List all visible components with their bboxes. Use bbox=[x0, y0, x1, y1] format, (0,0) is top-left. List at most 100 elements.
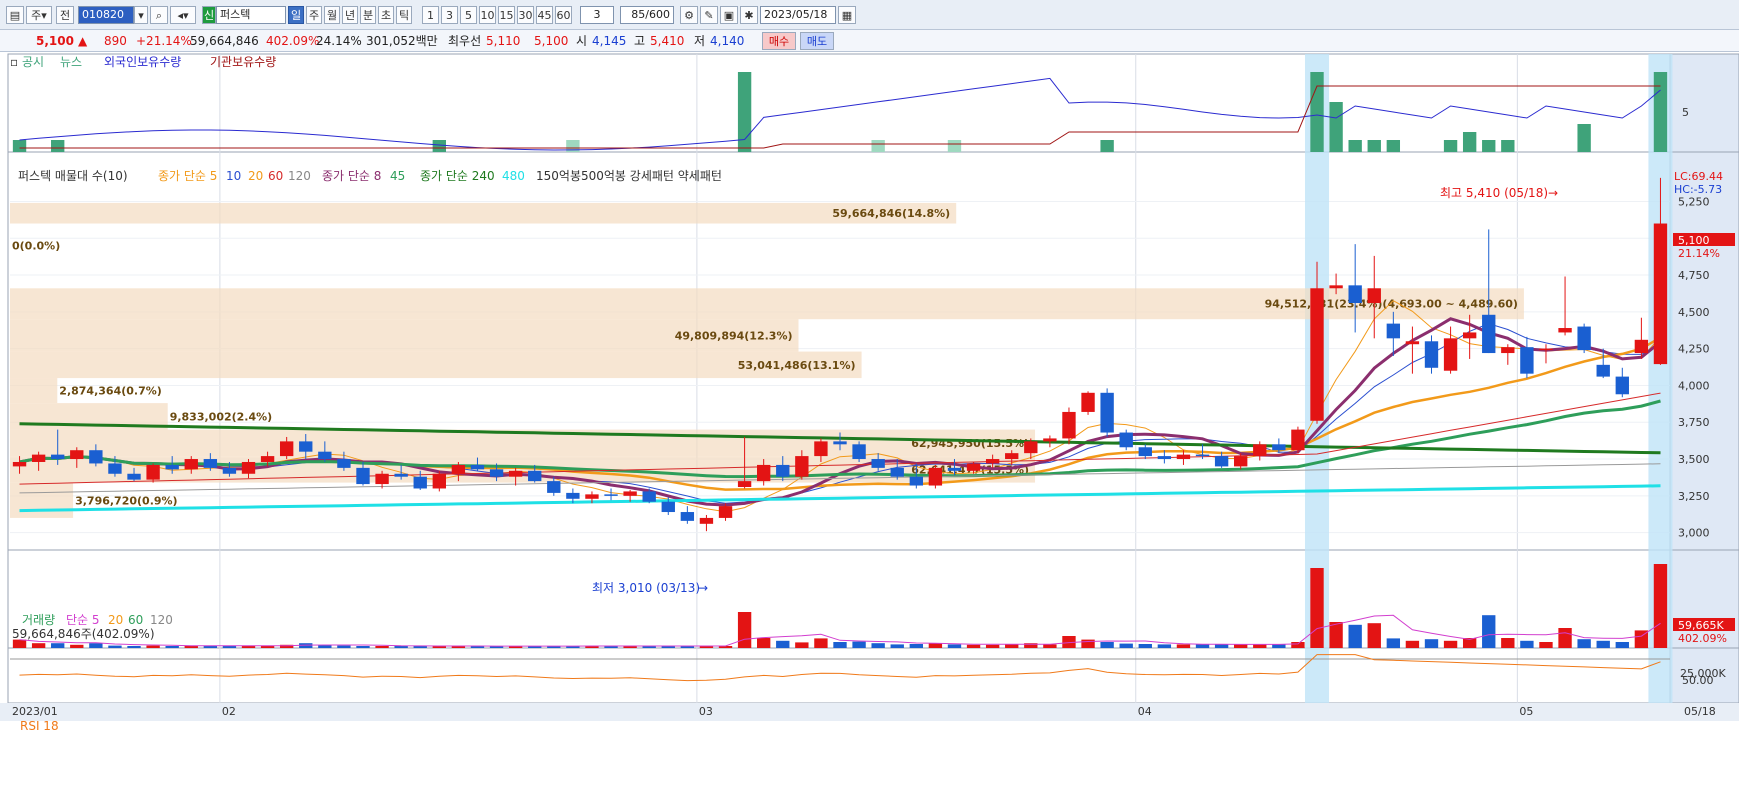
low-price: 4,140 bbox=[710, 34, 745, 48]
profile-band-9 bbox=[10, 482, 74, 518]
search-icon[interactable]: ⌕ bbox=[150, 6, 168, 24]
vol-legend-60: 60 bbox=[128, 613, 143, 627]
candle-body-77 bbox=[1482, 314, 1496, 354]
interval-30[interactable]: 30 bbox=[517, 6, 534, 24]
volume-bar-57 bbox=[1100, 642, 1114, 648]
candle-body-64 bbox=[1234, 456, 1248, 467]
candle-body-19 bbox=[375, 473, 389, 485]
candle-body-75 bbox=[1443, 338, 1458, 371]
open-label: 시 bbox=[576, 34, 588, 48]
timeframe-4[interactable]: 분 bbox=[360, 6, 376, 24]
candle-body-47 bbox=[909, 476, 923, 486]
interval-5[interactable]: 5 bbox=[460, 6, 477, 24]
candle-body-58 bbox=[1119, 432, 1133, 448]
interval-3[interactable]: 3 bbox=[441, 6, 458, 24]
holding-bar-6 bbox=[947, 140, 962, 152]
period-select[interactable]: 주▾ bbox=[26, 6, 52, 24]
volume-bar-25 bbox=[489, 646, 504, 648]
candle-body-1 bbox=[31, 454, 46, 462]
calendar-icon[interactable]: ▦ bbox=[838, 6, 856, 24]
ma-legend-5: 종가 단순 5 bbox=[158, 169, 217, 183]
volume-bar-19 bbox=[375, 646, 389, 648]
stock-code-input[interactable]: 010820 bbox=[78, 6, 134, 24]
prev-button[interactable]: 전 bbox=[56, 6, 74, 24]
volume-bar-69 bbox=[1329, 622, 1343, 648]
candle-body-52 bbox=[1005, 453, 1019, 460]
profile-label-9: 3,796,720(0.9%) bbox=[75, 494, 178, 507]
candle-body-44 bbox=[852, 444, 866, 460]
interval-1[interactable]: 1 bbox=[422, 6, 439, 24]
candle-body-22 bbox=[432, 473, 446, 489]
current-price: 5,100 bbox=[36, 34, 74, 48]
stock-chart[interactable]: 3,000 3,250 3,500 3,750 4,000 4,250 4,500 4,750… bbox=[0, 52, 1739, 812]
volume-bar-79 bbox=[1520, 640, 1534, 648]
period-label: 주 bbox=[31, 9, 42, 22]
layout-icon[interactable]: ▤ bbox=[6, 6, 24, 24]
candle-body-63 bbox=[1214, 456, 1229, 467]
candle-count-field[interactable]: 85/600 bbox=[620, 6, 674, 24]
timeframe-2[interactable]: 월 bbox=[324, 6, 340, 24]
timeframe-5[interactable]: 초 bbox=[378, 6, 394, 24]
sound-icon[interactable]: ◂▾ bbox=[170, 6, 196, 24]
candle-body-72 bbox=[1386, 323, 1401, 339]
interval-45[interactable]: 45 bbox=[536, 6, 553, 24]
candle-body-5 bbox=[108, 463, 122, 474]
profile-label-4: 53,041,486(13.1%) bbox=[738, 359, 856, 372]
interval-select[interactable]: 3 bbox=[580, 6, 614, 24]
candle-body-56 bbox=[1081, 392, 1095, 412]
volume-bar-84 bbox=[1615, 642, 1629, 648]
candle-body-36 bbox=[699, 517, 714, 524]
code-dropdown-icon[interactable]: ▾ bbox=[134, 6, 148, 24]
candle-body-14 bbox=[279, 441, 294, 457]
volume-bar-6 bbox=[127, 646, 141, 648]
timeframe-1[interactable]: 주 bbox=[306, 6, 322, 24]
volume-bar-5 bbox=[108, 645, 122, 648]
volume-bar-82 bbox=[1577, 639, 1591, 648]
save-icon[interactable]: ▣ bbox=[720, 6, 738, 24]
volume-bar-72 bbox=[1386, 638, 1401, 648]
interval-15[interactable]: 15 bbox=[498, 6, 515, 24]
stock-name-field[interactable]: 퍼스텍 bbox=[216, 6, 286, 24]
volume-bar-47 bbox=[909, 644, 923, 648]
volume-bar-1 bbox=[31, 643, 46, 648]
volume-bar-86 bbox=[1653, 564, 1668, 648]
profile-band-4 bbox=[10, 351, 862, 379]
vol-legend-120: 120 bbox=[150, 613, 173, 627]
volume-bar-61 bbox=[1176, 644, 1191, 648]
candle-body-38 bbox=[737, 481, 752, 488]
date-field[interactable]: 2023/05/18 bbox=[760, 6, 836, 24]
volume-bar-52 bbox=[1005, 644, 1019, 648]
candle-body-29 bbox=[566, 492, 580, 499]
candle-body-74 bbox=[1424, 341, 1439, 368]
volume-bar-83 bbox=[1596, 640, 1610, 648]
timeframe-0[interactable]: 일 bbox=[288, 6, 304, 24]
vol-legend: 거래량 bbox=[22, 613, 55, 627]
settings-icon[interactable]: ✱ bbox=[740, 6, 758, 24]
holding-bar-1 bbox=[51, 140, 65, 152]
volume-bar-54 bbox=[1043, 644, 1057, 648]
y-tick-5: 4,250 bbox=[1678, 343, 1710, 356]
candle-body-32 bbox=[623, 491, 637, 496]
volume-bar-59 bbox=[1138, 644, 1152, 648]
draw-icon[interactable]: ✎ bbox=[700, 6, 718, 24]
volume-bar-65 bbox=[1253, 644, 1267, 648]
candle-body-79 bbox=[1520, 347, 1534, 374]
y-tick-2: 3,500 bbox=[1678, 453, 1710, 466]
tool-icon[interactable]: ⚙ bbox=[680, 6, 698, 24]
interval-60[interactable]: 60 bbox=[555, 6, 572, 24]
main-toolbar: ▤ 주▾ 전 010820 ▾ ⌕ ◂▾ 신 퍼스텍 일주월년분초틱 1 3 5 10… bbox=[0, 0, 1739, 30]
candle-body-8 bbox=[165, 464, 179, 470]
buy-button[interactable]: 매수 bbox=[762, 32, 796, 50]
candle-body-24 bbox=[470, 464, 485, 470]
date-tick-2: 03 bbox=[699, 705, 713, 718]
interval-10[interactable]: 10 bbox=[479, 6, 496, 24]
candle-body-48 bbox=[928, 467, 943, 486]
holding-bar-8 bbox=[1310, 72, 1324, 152]
y-tick-0: 3,000 bbox=[1678, 527, 1710, 540]
timeframe-6[interactable]: 틱 bbox=[396, 6, 412, 24]
timeframe-3[interactable]: 년 bbox=[342, 6, 358, 24]
volume-bar-63 bbox=[1214, 644, 1229, 648]
low-arrow-icon: → bbox=[698, 581, 708, 595]
sell-button[interactable]: 매도 bbox=[800, 32, 834, 50]
top-legend-inst: 기관보유수량 bbox=[210, 55, 276, 69]
